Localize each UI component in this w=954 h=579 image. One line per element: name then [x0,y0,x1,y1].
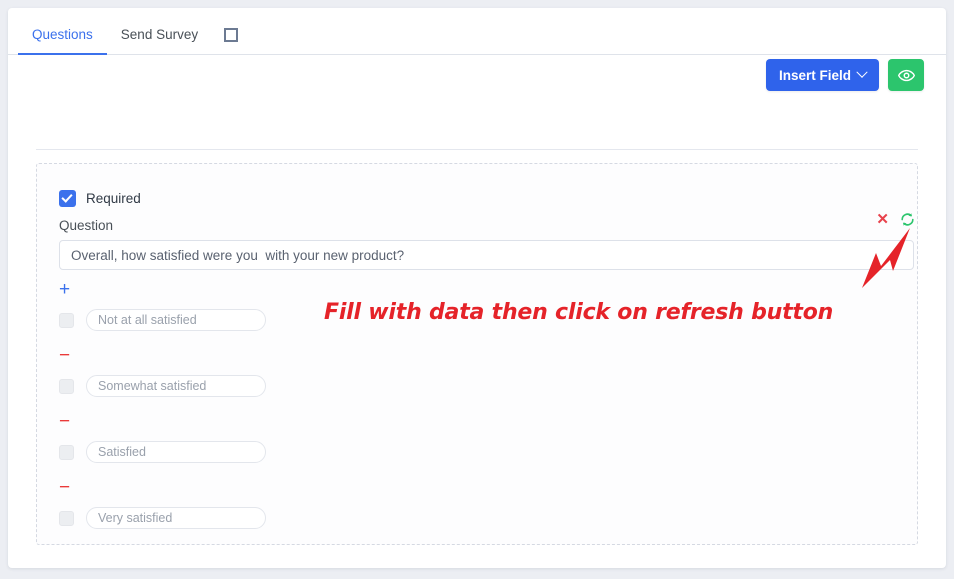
insert-field-button[interactable]: Insert Field [765,59,879,91]
tab-questions[interactable]: Questions [18,26,107,55]
tab-questions-label: Questions [32,26,93,42]
add-option-row-0[interactable]: + [59,278,917,300]
option-checkbox[interactable] [59,378,74,394]
option-checkbox[interactable] [59,444,74,460]
refresh-icon [901,213,914,226]
section-divider [36,149,918,150]
chevron-down-icon [856,66,868,78]
editor-toolbar: Insert Field [8,55,946,141]
survey-editor-card: Questions Send Survey Insert Field Requi… [8,8,946,568]
option-row [59,373,917,399]
insert-field-label: Insert Field [778,67,851,83]
question-row-icons: ✕ [876,212,915,227]
plus-icon[interactable]: + [59,280,70,299]
question-editor-block: Required Question ✕ [36,163,918,545]
toolbar-actions: Insert Field [765,59,924,91]
required-checkbox[interactable] [59,190,76,207]
minus-icon[interactable]: − [59,478,70,497]
refresh-question-button[interactable] [900,212,915,227]
option-row [59,505,917,531]
tab-bar: Questions Send Survey [8,8,946,55]
question-field-label: Question [59,218,114,233]
preview-button[interactable] [888,59,924,91]
option-input[interactable] [86,507,266,529]
option-input[interactable] [86,375,266,397]
tab-send-survey[interactable]: Send Survey [107,26,212,55]
option-checkbox[interactable] [59,510,74,526]
remove-option-row-2[interactable]: − [59,410,917,432]
remove-option-row-3[interactable]: − [59,476,917,498]
option-row [59,439,917,465]
eye-icon [897,69,915,81]
remove-option-row-1[interactable]: − [59,344,917,366]
option-input[interactable] [86,441,266,463]
close-x-icon: ✕ [876,211,889,228]
expand-icon [224,28,239,42]
tab-send-survey-label: Send Survey [120,26,199,42]
delete-question-button[interactable]: ✕ [876,212,889,227]
annotation-text: Fill with data then click on refresh but… [324,300,834,325]
option-input[interactable] [86,309,266,331]
option-checkbox[interactable] [59,312,74,328]
required-label: Required [86,191,141,206]
required-row: Required [59,190,917,207]
expand-fullscreen-button[interactable] [212,28,250,54]
minus-icon[interactable]: − [59,412,70,431]
minus-icon[interactable]: − [59,346,70,365]
question-input[interactable] [59,240,914,270]
question-input-row: ✕ [59,212,917,270]
